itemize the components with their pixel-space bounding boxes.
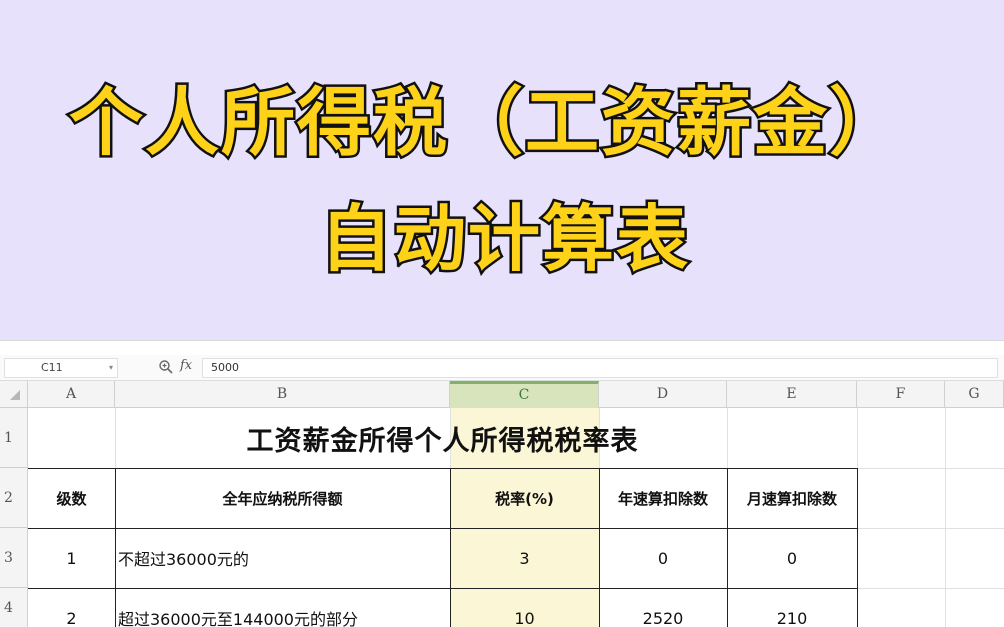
header-annual-taxable-income[interactable]: 全年应纳税所得额 [115,468,450,528]
banner-title-line1: 个人所得税（工资薪金） [67,78,906,169]
table-title[interactable]: 工资薪金所得个人所得税税率表 [28,408,857,468]
name-box[interactable]: C11 ▾ [4,358,118,378]
table-cell[interactable]: 0 [727,528,857,588]
row-header-4[interactable]: 4 [0,588,28,627]
zoom-icon[interactable] [158,359,174,375]
header-tax-rate[interactable]: 税率(%) [450,468,599,528]
title-banner: 个人所得税（工资薪金） 自动计算表 [0,0,1004,340]
row-header-1[interactable]: 1 [0,408,28,468]
chevron-down-icon[interactable]: ▾ [109,359,113,377]
column-headers: A B C D E F G [0,381,1004,408]
header-monthly-quick-deduction[interactable]: 月速算扣除数 [727,468,857,528]
header-level[interactable]: 级数 [28,468,115,528]
fx-icon[interactable]: fx [180,358,192,373]
column-header-g[interactable]: G [945,381,1004,408]
formula-input[interactable]: 5000 [202,358,998,378]
table-cell[interactable]: 10 [450,588,599,627]
table-cell[interactable]: 不超过36000元的 [115,528,450,588]
table-cell[interactable]: 2 [28,588,115,627]
banner-title-line2: 自动计算表 [317,195,690,284]
spreadsheet: C11 ▾ fx 5000 A B C D E F G 1 2 3 4 工资薪金… [0,340,1004,627]
column-header-a[interactable]: A [28,381,115,408]
column-header-d[interactable]: D [599,381,727,408]
table-cell[interactable]: 2520 [599,588,727,627]
row-header-2[interactable]: 2 [0,468,28,528]
table-cell[interactable]: 210 [727,588,857,627]
table-cell[interactable]: 0 [599,528,727,588]
column-header-e[interactable]: E [727,381,857,408]
column-header-b[interactable]: B [115,381,450,408]
row-header-3[interactable]: 3 [0,528,28,588]
formula-bar: C11 ▾ fx 5000 [0,355,1004,381]
header-annual-quick-deduction[interactable]: 年速算扣除数 [599,468,727,528]
cell-grid[interactable]: 工资薪金所得个人所得税税率表 级数 全年应纳税所得额 税率(%) 年速算扣除数 … [28,408,1004,627]
table-cell[interactable]: 超过36000元至144000元的部分 [115,588,450,627]
name-box-value: C11 [41,361,63,374]
table-cell[interactable]: 3 [450,528,599,588]
select-all-corner[interactable] [0,381,28,408]
column-header-c[interactable]: C [450,381,599,408]
table-cell[interactable]: 1 [28,528,115,588]
column-header-f[interactable]: F [857,381,945,408]
